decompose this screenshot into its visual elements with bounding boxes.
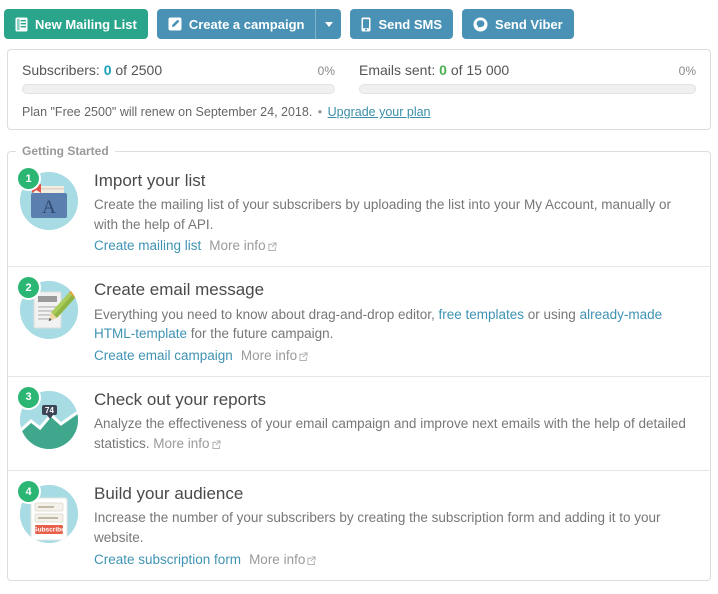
- more-info-link[interactable]: More info: [209, 238, 277, 253]
- step-icon-wrap: 1 A: [18, 168, 92, 230]
- subscribers-text: Subscribers: 0 of 2500: [22, 62, 162, 78]
- getting-started-item: 1 A Import your list Create the mailing …: [8, 158, 710, 268]
- list-document-icon: [15, 17, 28, 32]
- emails-sent-percent: 0%: [678, 64, 696, 78]
- step-links: Create email campaign More info: [94, 348, 696, 363]
- step-description: Everything you need to know about drag-a…: [94, 305, 696, 344]
- emails-sent-label: Emails sent:: [359, 62, 436, 78]
- plan-separator: •: [317, 105, 323, 119]
- emails-sent-progress-bar: [359, 84, 696, 94]
- new-mailing-list-label: New Mailing List: [35, 16, 137, 32]
- upgrade-plan-link[interactable]: Upgrade your plan: [328, 105, 431, 119]
- primary-action-link[interactable]: Create email campaign: [94, 348, 233, 363]
- subscribers-limit: of 2500: [115, 62, 163, 78]
- step-title: Import your list: [94, 171, 206, 190]
- getting-started-section: Getting Started 1 A Import your list Cre…: [7, 144, 711, 581]
- emails-sent-stat: Emails sent: 0 of 15 000 0%: [359, 62, 696, 94]
- external-link-icon: [299, 352, 308, 361]
- more-info-link[interactable]: More info: [241, 348, 308, 363]
- primary-action-link[interactable]: Create mailing list: [94, 238, 201, 253]
- step-description: Analyze the effectiveness of your email …: [94, 414, 696, 453]
- step-links: Create mailing list More info: [94, 238, 696, 253]
- step-links: Create subscription form More info: [94, 552, 696, 567]
- step-description: Increase the number of your subscribers …: [94, 508, 696, 547]
- create-campaign-button[interactable]: Create a campaign: [156, 9, 316, 39]
- getting-started-item: 2 Create email message Everything you ne…: [8, 267, 710, 377]
- step-title: Create email message: [94, 280, 265, 300]
- subscribers-value: 0: [103, 62, 112, 78]
- subscribers-stat: Subscribers: 0 of 2500 0%: [22, 62, 359, 94]
- desc-text: Everything you need to know about drag-a…: [94, 306, 439, 322]
- desc-text: Increase the number of your subscribers …: [94, 510, 661, 545]
- primary-action-link[interactable]: Create subscription form: [94, 552, 241, 567]
- create-campaign-dropdown-toggle[interactable]: [315, 9, 342, 39]
- chevron-down-icon: [324, 21, 333, 27]
- subscribers-progress-bar: [22, 84, 335, 94]
- send-sms-label: Send SMS: [378, 16, 443, 32]
- step-body: Build your audience Increase the number …: [92, 483, 696, 566]
- subscribers-label: Subscribers:: [22, 62, 100, 78]
- step-icon-wrap: 2: [18, 277, 92, 340]
- step-description: Create the mailing list of your subscrib…: [94, 195, 696, 234]
- more-info-link[interactable]: More info: [249, 552, 316, 567]
- step-icon-wrap: 3 74: [18, 386, 92, 449]
- getting-started-list: 1 A Import your list Create the mailing …: [8, 158, 710, 580]
- plan-renewal-line: Plan "Free 2500" will renew on September…: [22, 105, 696, 119]
- new-mailing-list-button[interactable]: New Mailing List: [4, 9, 148, 39]
- step-number-badge: 1: [18, 168, 39, 189]
- svg-text:A: A: [42, 197, 56, 218]
- step-body: Create email message Everything you need…: [92, 279, 696, 362]
- getting-started-item: 3 74 Check out your reports Analyze the …: [8, 377, 710, 472]
- step-body: Import your list Create the mailing list…: [92, 170, 696, 253]
- inline-link[interactable]: free templates: [438, 307, 524, 322]
- account-usage-panel: Subscribers: 0 of 2500 0% Emails sent: 0…: [7, 49, 711, 130]
- desc-text: Create the mailing list of your subscrib…: [94, 197, 672, 232]
- step-title: Check out your reports: [94, 389, 266, 409]
- emails-sent-value: 0: [439, 62, 447, 78]
- desc-text: or using: [524, 306, 580, 322]
- send-sms-button[interactable]: Send SMS: [350, 9, 454, 39]
- svg-text:74: 74: [45, 406, 54, 415]
- svg-text:Subscribe: Subscribe: [33, 527, 65, 534]
- mobile-phone-icon: [361, 17, 371, 32]
- external-link-icon: [307, 556, 316, 565]
- step-title: Build your audience: [94, 484, 244, 504]
- step-body: Check out your reports Analyze the effec…: [92, 389, 696, 457]
- stats-row: Subscribers: 0 of 2500 0% Emails sent: 0…: [22, 62, 696, 94]
- desc-text: for the future campaign.: [187, 326, 334, 342]
- more-info-link[interactable]: More info: [153, 436, 221, 451]
- action-toolbar: New Mailing List Create a campaign Send …: [0, 0, 718, 44]
- app-page: New Mailing List Create a campaign Send …: [0, 0, 718, 594]
- step-icon-wrap: 4 Subscribe: [18, 481, 92, 544]
- subscribers-percent: 0%: [317, 64, 335, 78]
- external-link-icon: [212, 440, 221, 449]
- step-number-badge: 4: [18, 481, 39, 503]
- emails-sent-text: Emails sent: 0 of 15 000: [359, 62, 509, 78]
- compose-edit-icon: [168, 17, 182, 31]
- plan-renewal-text: Plan "Free 2500" will renew on September…: [22, 105, 313, 119]
- emails-sent-limit: of 15 000: [450, 62, 510, 78]
- step-number-badge: 3: [18, 386, 39, 408]
- getting-started-item: 4 Subscribe Build your audience Increase…: [8, 471, 710, 579]
- send-viber-label: Send Viber: [495, 16, 563, 32]
- viber-icon: [473, 17, 488, 32]
- external-link-icon: [268, 242, 277, 252]
- getting-started-legend: Getting Started: [22, 144, 109, 158]
- create-campaign-label: Create a campaign: [188, 16, 305, 32]
- send-viber-button[interactable]: Send Viber: [462, 9, 574, 39]
- create-campaign-split-button: Create a campaign: [156, 9, 342, 39]
